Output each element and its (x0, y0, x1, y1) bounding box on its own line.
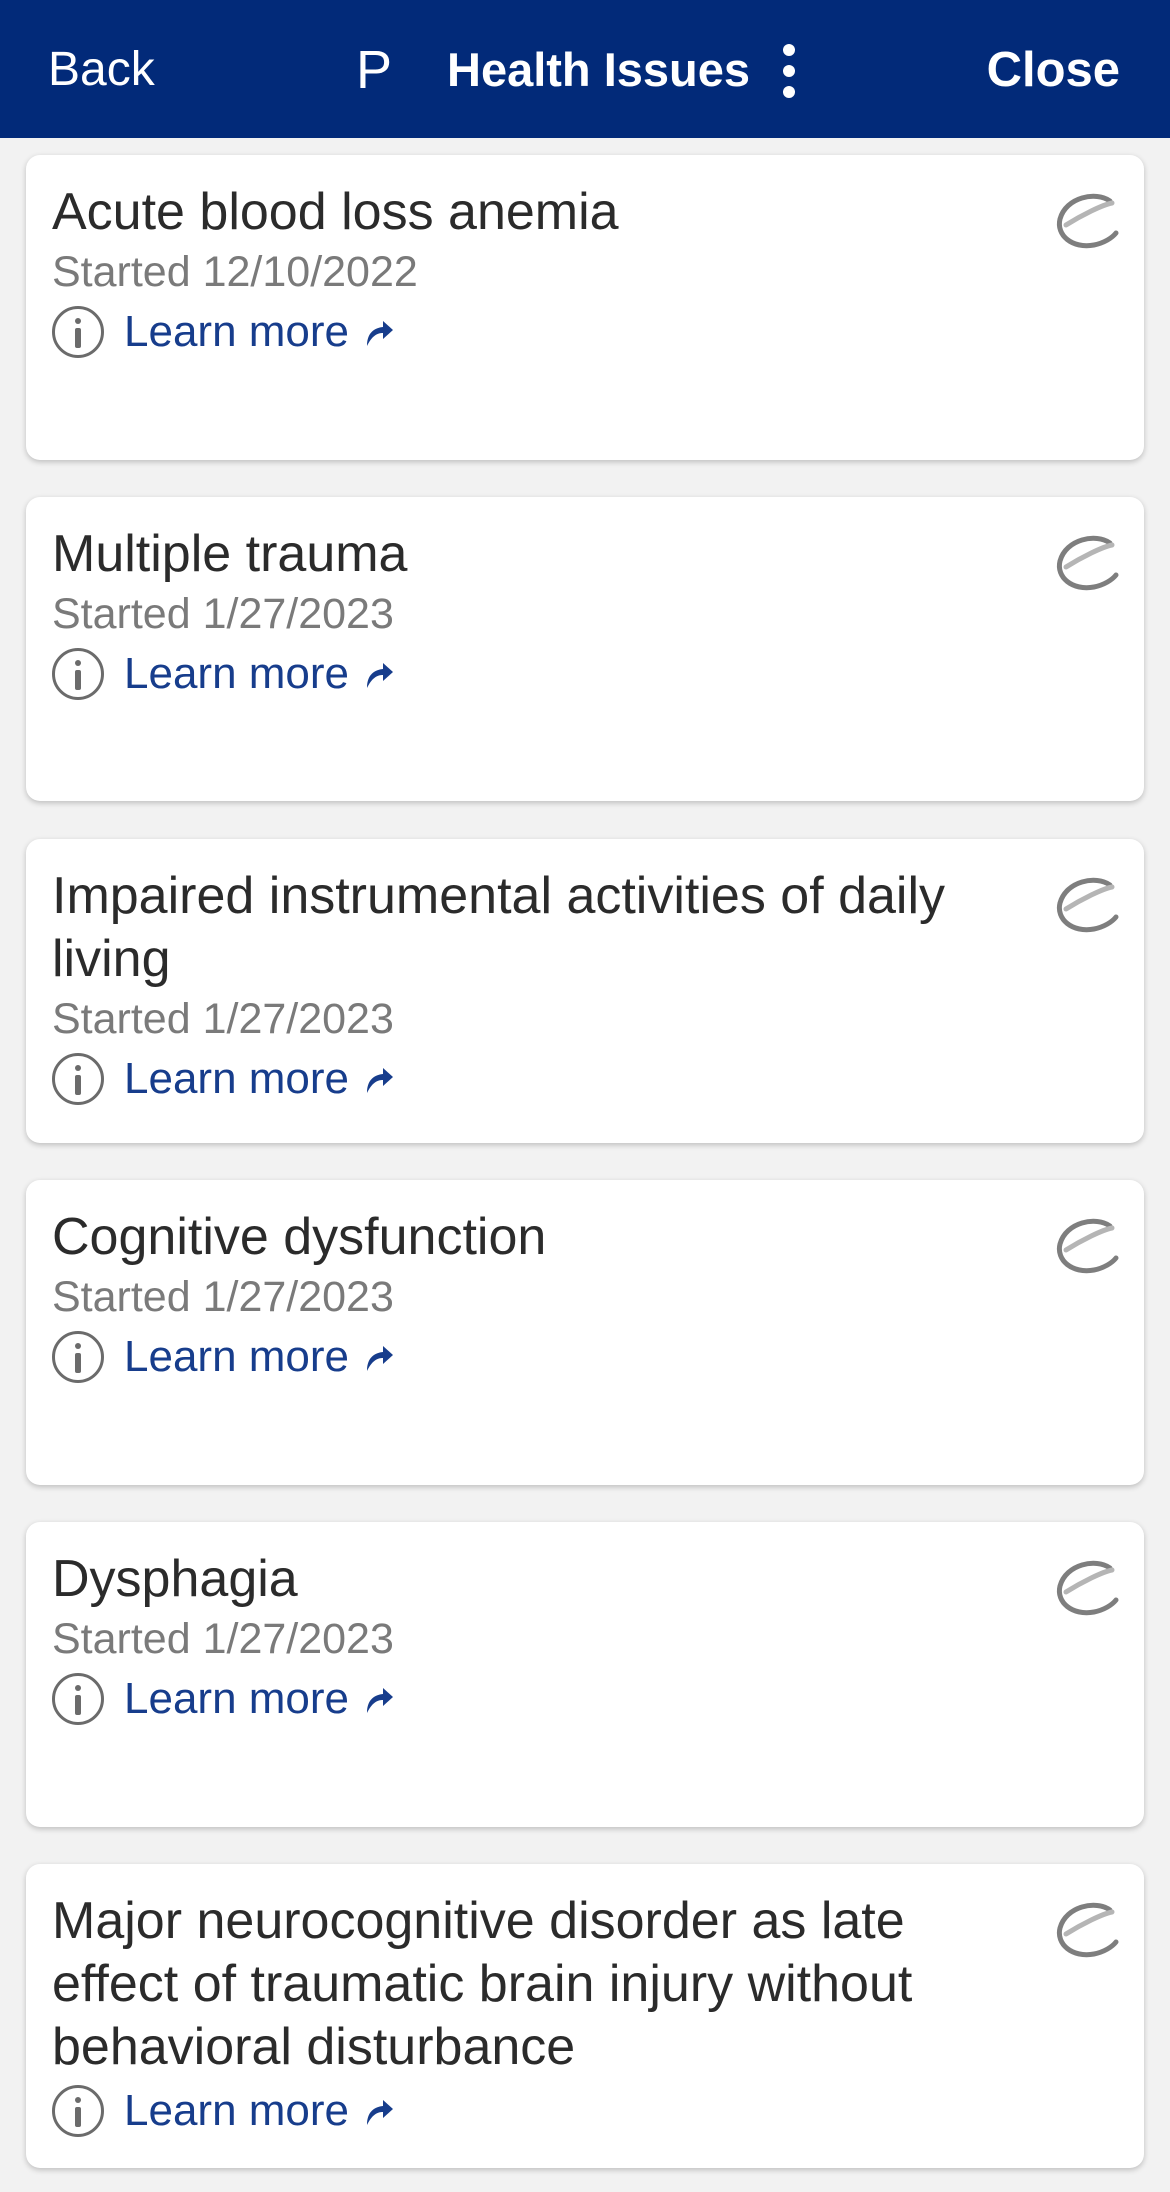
page-title: Health Issues (447, 43, 751, 96)
issue-title: Cognitive dysfunction (52, 1208, 547, 1266)
info-circle-icon (52, 648, 104, 700)
learn-more-label[interactable]: Learn more (124, 1671, 349, 1727)
source-logo-icon (1056, 877, 1119, 933)
source-logo-icon (1056, 1902, 1119, 1958)
learn-more-label[interactable]: Learn more (124, 1329, 349, 1385)
info-circle-icon (52, 1053, 104, 1105)
info-circle-icon (52, 1673, 104, 1725)
health-issue-card[interactable]: Impaired instrumental activities of dail… (26, 839, 1144, 1143)
learn-more-link[interactable]: Learn more (52, 1327, 1118, 1387)
learn-more-link[interactable]: Learn more (52, 1049, 1118, 1109)
source-logo-icon (1056, 1218, 1119, 1274)
issue-start-date: Started 1/27/2023 (52, 1615, 394, 1663)
issue-start-date: Started 12/10/2022 (52, 248, 418, 296)
more-vertical-icon[interactable] (774, 44, 804, 100)
issue-title: Impaired instrumental activities of dail… (52, 867, 946, 988)
source-logo-icon (1056, 1560, 1119, 1616)
external-link-icon (367, 1346, 394, 1371)
back-button[interactable]: Back (48, 40, 155, 100)
issue-title: Major neurocognitive disorder as late ef… (52, 1892, 913, 2076)
issue-title: Acute blood loss anemia (52, 183, 619, 241)
learn-more-link[interactable]: Learn more (52, 302, 1118, 362)
source-logo-icon (1056, 193, 1119, 249)
issue-title: Dysphagia (52, 1550, 298, 1608)
learn-more-label[interactable]: Learn more (124, 2083, 349, 2139)
info-circle-icon (52, 306, 104, 358)
close-button[interactable]: Close (987, 40, 1120, 100)
source-logo-icon (1056, 535, 1119, 591)
issue-start-date: Started 1/27/2023 (52, 590, 394, 638)
learn-more-label[interactable]: Learn more (124, 1051, 349, 1107)
health-issue-card[interactable]: Multiple trauma Started 1/27/2023 Learn … (26, 497, 1144, 801)
app-header: Back P Health Issues Close (0, 0, 1170, 138)
health-issue-card[interactable]: Dysphagia Started 1/27/2023 Learn more (26, 1522, 1144, 1827)
learn-more-label[interactable]: Learn more (124, 304, 349, 360)
patient-avatar-initial: P (356, 40, 393, 100)
learn-more-label[interactable]: Learn more (124, 646, 349, 702)
learn-more-link[interactable]: Learn more (52, 644, 1118, 704)
info-circle-icon (52, 1331, 104, 1383)
external-link-icon (367, 2100, 394, 2125)
issue-title: Multiple trauma (52, 525, 408, 583)
issue-start-date: Started 1/27/2023 (52, 995, 394, 1043)
learn-more-link[interactable]: Learn more (52, 1669, 1118, 1729)
learn-more-link[interactable]: Learn more (52, 2081, 1118, 2141)
external-link-icon (367, 1068, 394, 1093)
health-issue-card[interactable]: Acute blood loss anemia Started 12/10/20… (26, 155, 1144, 460)
health-issue-card[interactable]: Cognitive dysfunction Started 1/27/2023 … (26, 1180, 1144, 1485)
external-link-icon (367, 321, 394, 346)
info-circle-icon (52, 2085, 104, 2137)
issue-start-date: Started 1/27/2023 (52, 1273, 394, 1321)
external-link-icon (367, 1688, 394, 1713)
health-issue-card[interactable]: Major neurocognitive disorder as late ef… (26, 1864, 1144, 2168)
external-link-icon (367, 663, 394, 688)
